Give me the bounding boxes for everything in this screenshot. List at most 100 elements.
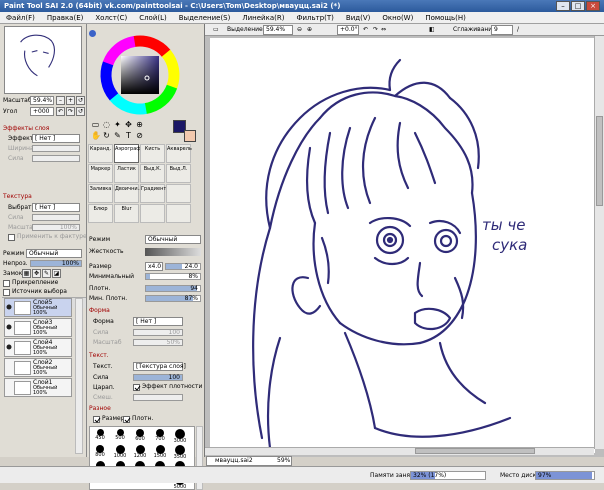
- zoom-tool-icon[interactable]: ⊕: [135, 120, 144, 129]
- selection-source-checkbox[interactable]: [3, 289, 10, 296]
- flip-icon[interactable]: ⇔: [381, 25, 386, 35]
- menu-file[interactable]: Файл(F): [0, 12, 41, 23]
- misc-header[interactable]: Разное: [89, 405, 111, 413]
- tool-empty[interactable]: [140, 204, 165, 223]
- magic-wand-icon[interactable]: ✦: [113, 120, 122, 129]
- eyedropper-icon[interactable]: ✎: [113, 131, 122, 140]
- menu-edit[interactable]: Правка(E): [41, 12, 90, 23]
- layer-row[interactable]: Слой1 Обычный 100%: [4, 378, 72, 397]
- brush-preset[interactable]: 3000: [173, 429, 187, 444]
- texture-strength-slider[interactable]: [32, 214, 80, 221]
- move-icon[interactable]: ✥: [124, 120, 133, 129]
- tool-blur[interactable]: Блюр: [88, 204, 113, 223]
- tool-blur-2[interactable]: Blur: [114, 204, 139, 223]
- brush-preset[interactable]: 1500: [153, 445, 167, 459]
- zoom-field[interactable]: 59.4%: [263, 25, 293, 35]
- secondary-color-swatch[interactable]: [184, 130, 196, 142]
- tool-select-pen[interactable]: Выд.К.: [140, 164, 165, 183]
- lock-alpha-icon[interactable]: ◪: [52, 269, 61, 278]
- shape-scale-slider[interactable]: 50%: [133, 339, 183, 346]
- layers-scrollbar[interactable]: [75, 298, 83, 454]
- nav-rotate-right-button[interactable]: ↷: [66, 107, 75, 116]
- shape-header[interactable]: Форма: [89, 307, 110, 315]
- texture-apply-checkbox[interactable]: [8, 234, 15, 241]
- nav-zoom-out-button[interactable]: –: [56, 96, 65, 105]
- tool-marker[interactable]: Маркер: [88, 164, 113, 183]
- canvas-horizontal-scrollbar[interactable]: [205, 447, 594, 455]
- brush-texture-select[interactable]: [Текстура слоя]: [133, 362, 186, 371]
- minimize-button[interactable]: –: [556, 1, 570, 11]
- density-pressure-checkbox[interactable]: [123, 416, 131, 423]
- color-wheel[interactable]: [99, 34, 181, 116]
- tool-bucket[interactable]: Заливка: [88, 184, 113, 203]
- visibility-eye-icon[interactable]: [6, 384, 12, 390]
- tool-airbrush[interactable]: Аэрограф: [114, 144, 141, 163]
- angle-field[interactable]: +0.0°: [337, 25, 359, 35]
- tool-empty[interactable]: [166, 204, 191, 223]
- visibility-eye-icon[interactable]: [6, 344, 12, 350]
- layer-row[interactable]: Слой2 Обычный 100%: [4, 358, 72, 377]
- visibility-eye-icon[interactable]: [6, 324, 12, 330]
- layer-effects-header[interactable]: Эффекты слоя: [3, 125, 49, 133]
- density-effect-checkbox[interactable]: [133, 384, 141, 391]
- drawing-canvas[interactable]: ты че сука: [210, 38, 595, 453]
- navigator-zoom-field[interactable]: 59.4%: [30, 96, 54, 105]
- zoom-out-icon[interactable]: ⊖: [297, 25, 302, 35]
- brush-preset[interactable]: 800: [93, 445, 107, 459]
- nav-rotate-reset-button[interactable]: ↺: [76, 107, 85, 116]
- brush-preset[interactable]: 450: [93, 429, 107, 443]
- horizontal-scroll-thumb[interactable]: [415, 448, 535, 454]
- brush-preset[interactable]: 500: [113, 429, 127, 443]
- texture-header[interactable]: Текстура: [3, 193, 32, 201]
- brush-mode-select[interactable]: Обычный: [145, 235, 201, 244]
- density-slider[interactable]: 94: [145, 285, 201, 292]
- close-button[interactable]: ×: [586, 1, 600, 11]
- layer-row[interactable]: Слой3 Обычный 100%: [4, 318, 72, 337]
- selection-icon[interactable]: ▭: [213, 25, 219, 35]
- effect-select[interactable]: [ Нет ]: [32, 134, 80, 143]
- menu-canvas[interactable]: Холст(C): [89, 12, 133, 23]
- tool-brush[interactable]: Кисть: [140, 144, 165, 163]
- rotate-right-icon[interactable]: ↷: [373, 25, 378, 35]
- lock-paint-icon[interactable]: ✎: [42, 269, 51, 278]
- texture-scale-slider[interactable]: 100%: [32, 224, 80, 231]
- lock-pixels-icon[interactable]: ▦: [22, 269, 31, 278]
- visibility-eye-icon[interactable]: [6, 364, 12, 370]
- nav-zoom-in-button[interactable]: +: [66, 96, 75, 105]
- navigator-preview[interactable]: [4, 26, 82, 94]
- tool-binary[interactable]: Двоични..: [114, 184, 141, 203]
- texture-select[interactable]: [ Нет ]: [32, 203, 80, 212]
- size-pressure-checkbox[interactable]: [93, 416, 101, 423]
- tool-watercolor[interactable]: Акварель: [166, 144, 192, 163]
- lasso-icon[interactable]: ◌: [102, 120, 111, 129]
- layer-row[interactable]: Слой4 Обычный 100%: [4, 338, 72, 357]
- menu-layer[interactable]: Слой(L): [133, 12, 173, 23]
- brush-preset[interactable]: 1000: [113, 445, 127, 459]
- menu-window[interactable]: Окно(W): [376, 12, 419, 23]
- effect-width-slider[interactable]: [32, 145, 80, 152]
- pen-pressure-icon[interactable]: /: [517, 25, 519, 35]
- color-wheel-mode-icon[interactable]: [89, 30, 96, 37]
- menu-view[interactable]: Вид(V): [340, 12, 376, 23]
- tool-pencil[interactable]: Каранд.: [88, 144, 113, 163]
- canvas-vertical-scrollbar[interactable]: [594, 36, 604, 449]
- tool-gradient[interactable]: Градиент: [140, 184, 166, 203]
- layer-opacity-slider[interactable]: 100%: [30, 260, 82, 267]
- size-slider[interactable]: 24.0: [165, 263, 201, 270]
- layer-row[interactable]: Слой5 Обычный 100%: [4, 298, 72, 317]
- menu-help[interactable]: Помощь(H): [419, 12, 472, 23]
- brush-preset[interactable]: 3500: [173, 445, 187, 460]
- clipping-checkbox[interactable]: [3, 280, 10, 287]
- tool-select-eraser[interactable]: Выд.Л.: [166, 164, 191, 183]
- rotate-left-icon[interactable]: ↶: [363, 25, 368, 35]
- size-multiplier-select[interactable]: x4.0: [145, 262, 163, 271]
- menu-ruler[interactable]: Линейка(R): [236, 12, 290, 23]
- document-tab[interactable]: мвауцц.sai2 59%: [206, 456, 292, 466]
- brush-preset[interactable]: 700: [153, 429, 167, 443]
- antialias-icon[interactable]: ◧: [429, 25, 435, 35]
- min-size-slider[interactable]: 8%: [145, 273, 201, 280]
- zoom-in-icon[interactable]: ⊕: [307, 25, 312, 35]
- navigator-angle-field[interactable]: +000: [30, 107, 54, 116]
- effect-strength-slider[interactable]: [32, 155, 80, 162]
- brush-preset[interactable]: 600: [133, 429, 147, 443]
